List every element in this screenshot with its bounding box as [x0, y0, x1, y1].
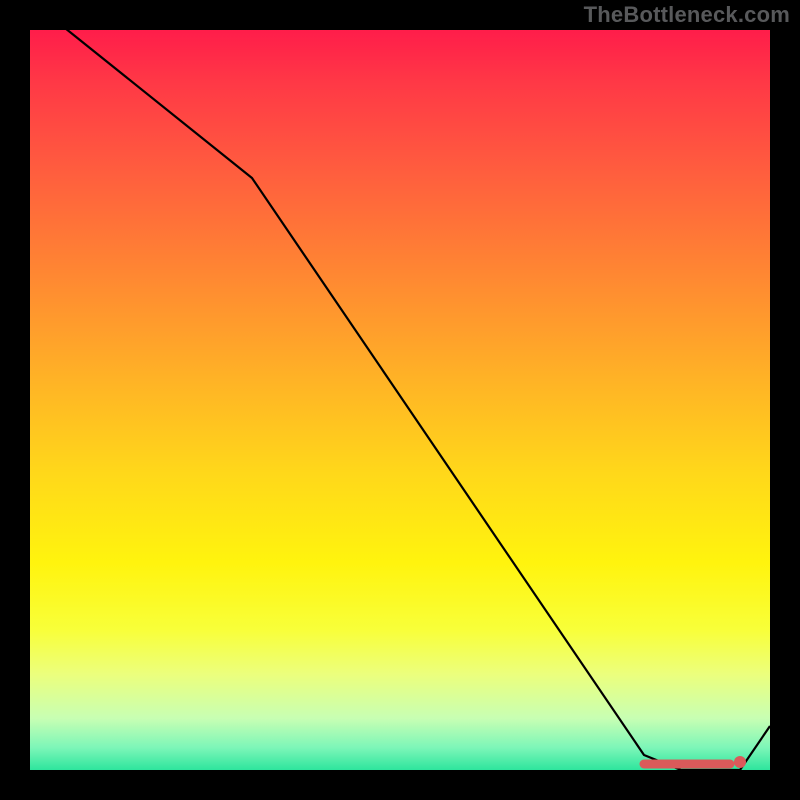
bottleneck-curve: [30, 30, 770, 770]
attribution-label: TheBottleneck.com: [584, 2, 790, 28]
chart-frame: TheBottleneck.com: [0, 0, 800, 800]
plot-area: [30, 30, 770, 770]
line-chart-svg: [30, 30, 770, 770]
optimal-point-dot: [734, 756, 746, 768]
